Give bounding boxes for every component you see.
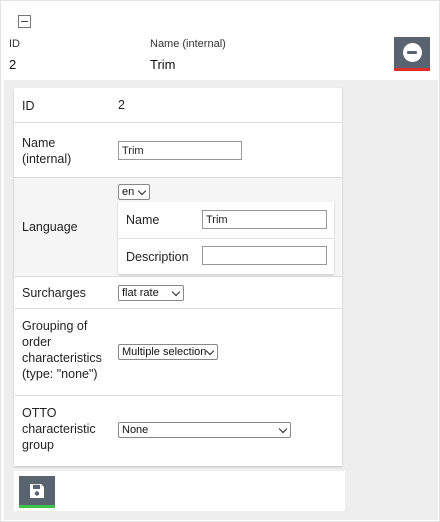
surcharges-label: Surcharges bbox=[22, 286, 86, 300]
otto-label: OTTO characteristic group bbox=[22, 406, 96, 452]
save-bar bbox=[14, 471, 345, 511]
save-button[interactable] bbox=[19, 476, 55, 508]
language-translation-card: Name Description bbox=[118, 202, 334, 274]
remove-button[interactable] bbox=[394, 37, 430, 71]
translation-description-label: Description bbox=[126, 250, 189, 264]
id-row: ID 2 bbox=[14, 88, 342, 123]
chevron-down-icon bbox=[205, 346, 215, 356]
item-container: ID Name (internal) 2 Trim ID 2 Name (int… bbox=[0, 0, 440, 522]
translation-name-label: Name bbox=[126, 213, 160, 227]
translation-description-input[interactable] bbox=[202, 246, 327, 265]
otto-row: OTTO characteristic group None bbox=[14, 396, 342, 466]
header-name-value: Trim bbox=[150, 57, 176, 72]
chevron-down-icon bbox=[278, 424, 288, 434]
grouping-select[interactable]: Multiple selection bbox=[118, 344, 218, 360]
name-label: Name (internal) bbox=[22, 136, 72, 166]
surcharges-row: Surcharges flat rate bbox=[14, 277, 342, 309]
surcharges-select[interactable]: flat rate bbox=[118, 285, 184, 301]
header-id-value: 2 bbox=[9, 57, 17, 72]
floppy-disk-icon bbox=[30, 483, 44, 498]
name-row: Name (internal) bbox=[14, 123, 342, 178]
header-name-label: Name (internal) bbox=[150, 38, 226, 50]
minus-circle-icon bbox=[402, 43, 422, 62]
translation-description-row: Description bbox=[118, 238, 334, 274]
collapse-toggle-icon[interactable] bbox=[18, 15, 31, 28]
chevron-down-icon bbox=[171, 287, 181, 297]
grouping-label: Grouping of order characteristics (type:… bbox=[22, 319, 102, 381]
header-id-label: ID bbox=[9, 38, 20, 50]
grouping-row: Grouping of order characteristics (type:… bbox=[14, 309, 342, 396]
language-row: Language en Name Description bbox=[14, 178, 342, 277]
name-internal-input[interactable] bbox=[118, 141, 242, 160]
language-select[interactable]: en bbox=[118, 184, 150, 200]
detail-panel: ID 2 Name (internal) Language en Name bbox=[4, 80, 438, 520]
chevron-down-icon bbox=[137, 186, 147, 196]
translation-name-input[interactable] bbox=[202, 210, 327, 229]
otto-group-select[interactable]: None bbox=[118, 422, 291, 438]
id-label: ID bbox=[22, 99, 35, 113]
settings-form: ID 2 Name (internal) Language en Name bbox=[14, 88, 342, 466]
translation-name-row: Name bbox=[118, 202, 334, 238]
id-value: 2 bbox=[118, 98, 125, 112]
language-label: Language bbox=[22, 220, 78, 234]
